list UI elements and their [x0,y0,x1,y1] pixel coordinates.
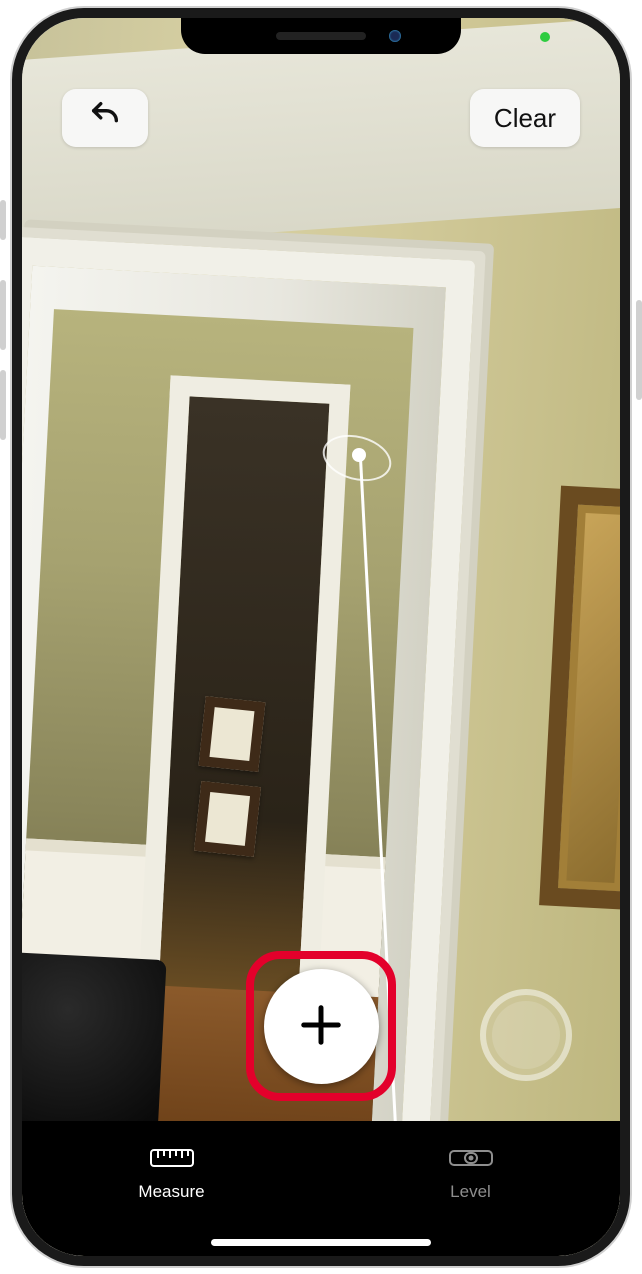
tab-bar: Measure Level [22,1121,620,1256]
ar-anchor-point-icon [352,448,366,462]
device-notch [181,18,461,54]
device-front-camera [389,30,401,42]
device-volume-down [0,370,6,440]
screen: Clear [22,18,620,1256]
device-silence-switch [0,200,6,240]
clear-button-label: Clear [494,103,556,134]
device-speaker [276,32,366,40]
tutorial-highlight [246,951,396,1101]
tab-level-label: Level [450,1182,491,1202]
scene-picture-frame [194,781,261,857]
scene-picture-frame [198,696,265,772]
undo-icon [88,98,122,139]
home-indicator[interactable] [211,1239,431,1246]
clear-button[interactable]: Clear [470,89,580,147]
add-point-button[interactable] [264,969,379,1084]
tab-measure[interactable]: Measure [22,1121,321,1226]
tab-measure-label: Measure [138,1182,204,1202]
undo-button[interactable] [62,89,148,147]
plus-icon [298,1002,344,1051]
top-controls: Clear [22,78,620,158]
bottom-controls: Measure Level [22,956,620,1256]
ruler-icon [150,1145,194,1176]
camera-privacy-indicator-icon [540,32,550,42]
scene-interior-doorway [138,375,350,1004]
scene-gold-frame [539,486,620,911]
device-side-button [636,300,642,400]
capture-button[interactable] [480,989,572,1081]
tab-level[interactable]: Level [321,1121,620,1226]
iphone-frame: Clear [12,8,630,1266]
device-volume-up [0,280,6,350]
level-icon [449,1145,493,1176]
